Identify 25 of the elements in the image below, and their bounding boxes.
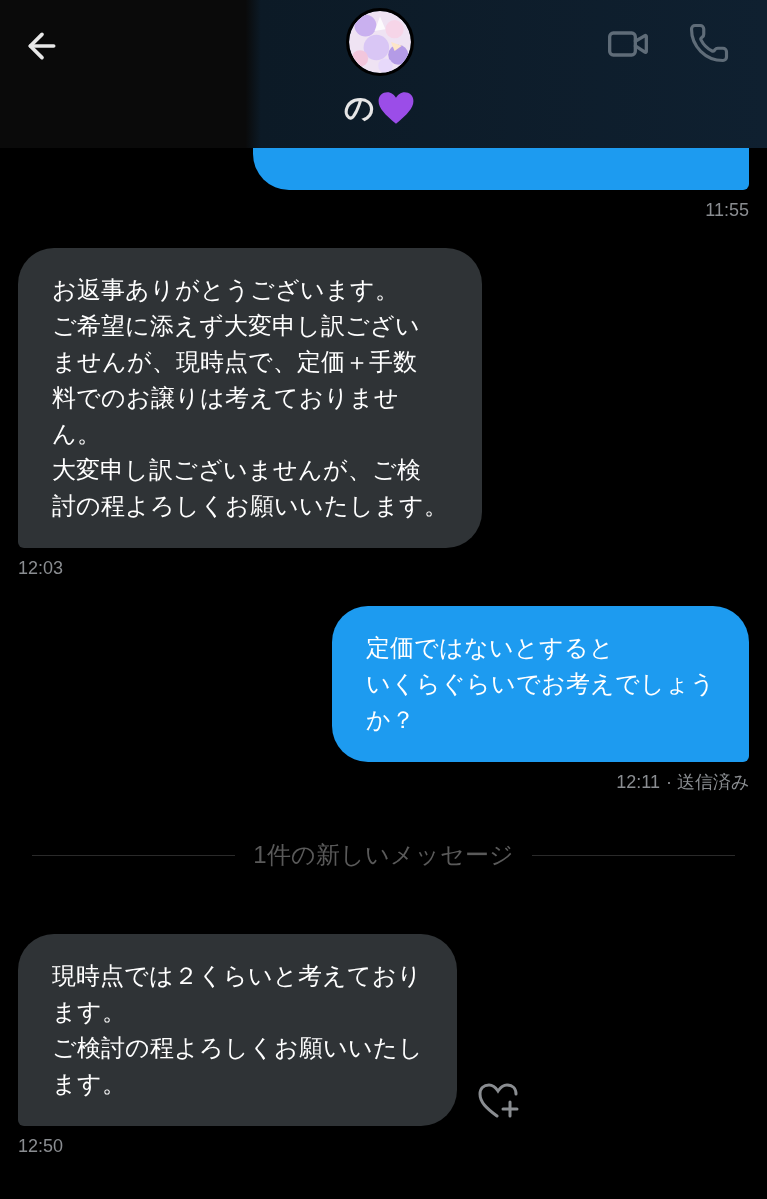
- message-time: 12:50: [18, 1135, 64, 1158]
- message-text-line: ませんが、現時点で、定価＋手数: [52, 347, 417, 377]
- message-text-line: ご希望に添えず大変申し訳ござい: [52, 311, 420, 341]
- message-text-line: 料でのお譲りは考えておりませ: [52, 383, 399, 413]
- message-text-line: いくらぐらいでお考えでしょう: [366, 669, 715, 699]
- heart-icon: [377, 90, 415, 126]
- message-text-line: ます。: [52, 1069, 126, 1099]
- message-time: 12:03: [18, 557, 64, 580]
- message-text-line: ご検討の程よろしくお願いいたし: [52, 1033, 423, 1063]
- message-text-line: ん。: [52, 419, 101, 449]
- message-time: 11:55: [705, 199, 749, 222]
- message-text-line: お返事ありがとうございます。: [52, 275, 399, 305]
- message-text-line: か？: [366, 705, 415, 735]
- phone-call-button[interactable]: [688, 22, 730, 64]
- message-time: 12:11: [616, 771, 660, 794]
- contact-name: の: [344, 90, 375, 126]
- message-text-line: 大変申し訳ございませんが、ご検: [52, 455, 421, 485]
- message-text-line: 現時点では２くらいと考えており: [52, 961, 422, 991]
- message-status: · 送信済み: [666, 771, 749, 794]
- message-text-line: 討の程よろしくお願いいたします。: [52, 491, 448, 521]
- heart-plus-icon: [477, 1082, 519, 1120]
- add-reaction-button[interactable]: [477, 1082, 519, 1120]
- message-text-line: ます。: [52, 997, 126, 1027]
- message-text-line: 定価ではないとすると: [366, 633, 614, 663]
- new-messages-divider-label: 1件の新しいメッセージ: [253, 840, 514, 870]
